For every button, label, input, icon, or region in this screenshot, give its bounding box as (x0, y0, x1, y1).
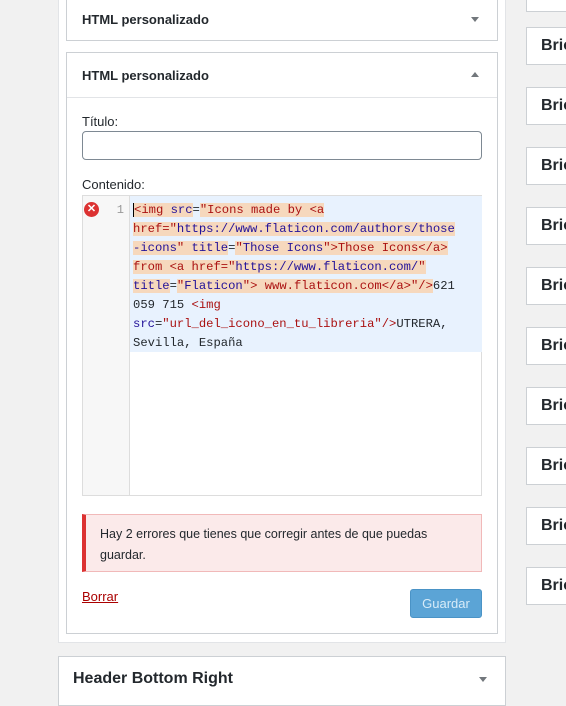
chevron-up-icon[interactable] (471, 72, 479, 77)
error-icon[interactable]: ✕ (84, 202, 99, 217)
code-token: https://www.flaticon.com/ (235, 260, 419, 274)
content-label: Contenido: (82, 177, 145, 192)
code-token: /> (418, 279, 433, 293)
code-token: " (176, 241, 192, 255)
title-label: Título: (82, 114, 119, 129)
right-widget-item[interactable]: Bric (526, 507, 566, 545)
widget-html-collapsed[interactable]: HTML personalizado (66, 0, 498, 41)
code-token: "Icons made by <a (199, 203, 325, 217)
code-token: UTRERA, (396, 317, 448, 331)
widget-header-bottom-right[interactable]: Header Bottom Right (58, 656, 506, 706)
widget-title: HTML personalizado (82, 68, 209, 83)
chevron-down-icon[interactable] (479, 677, 487, 682)
right-widget-item[interactable]: Bric (526, 567, 566, 605)
code-token: " (418, 260, 426, 274)
editor-gutter: ✕ 1 (83, 196, 130, 495)
code-line: 059 715 <img (133, 296, 482, 315)
code-token: Sevilla, España (133, 336, 243, 350)
widget-header[interactable]: HTML personalizado (67, 53, 497, 98)
code-token: <img (191, 298, 221, 312)
code-token: Those Icons (242, 241, 324, 255)
line-number: 1 (116, 203, 124, 217)
right-widget-item[interactable]: Bric (526, 27, 566, 65)
code-token: 621 (432, 279, 455, 293)
code-line: Sevilla, España (133, 334, 482, 353)
code-token: ">Those Icons</a> (323, 241, 448, 255)
error-notice: Hay 2 errores que tienes que corregir an… (82, 514, 482, 572)
code-token: /> (381, 317, 397, 331)
right-widget-item[interactable]: Bric (526, 327, 566, 365)
code-line: src="url_del_icono_en_tu_libreria"/>UTRE… (133, 315, 482, 334)
code-token: <img (133, 203, 171, 217)
save-button[interactable]: Guardar (410, 589, 482, 618)
code-token: -icons (133, 241, 177, 255)
code-content[interactable]: <img src="Icons made by <a href="https:/… (130, 196, 482, 352)
right-item-partial (526, 0, 566, 12)
delete-link[interactable]: Borrar (82, 589, 118, 604)
code-token: = (192, 203, 200, 217)
widget-title: Header Bottom Right (73, 670, 233, 687)
right-widget-item[interactable]: Bric (526, 207, 566, 245)
right-widget-item[interactable]: Bric (526, 147, 566, 185)
code-token: src (133, 317, 155, 331)
code-token: 059 715 (133, 298, 192, 312)
code-line: title="Flaticon"> www.flaticon.com</a>"/… (133, 277, 482, 296)
right-widget-item[interactable]: Bric (526, 387, 566, 425)
code-line: href="https://www.flaticon.com/authors/t… (133, 220, 482, 239)
code-token: title (191, 241, 229, 255)
right-widget-item[interactable]: Bric (526, 447, 566, 485)
code-token: Flaticon (184, 279, 243, 293)
code-token: = (169, 279, 177, 293)
code-line: from <a href="https://www.flaticon.com/" (133, 258, 482, 277)
right-widget-item[interactable]: Bric (526, 267, 566, 305)
right-widget-item[interactable]: Bric (526, 87, 566, 125)
code-token: "url_del_icono_en_tu_libreria" (162, 317, 382, 331)
code-token: " (235, 241, 243, 255)
title-input[interactable] (82, 131, 482, 160)
chevron-down-icon[interactable] (471, 17, 479, 22)
code-line: -icons" title="Those Icons">Those Icons<… (133, 239, 482, 258)
widget-title: HTML personalizado (82, 12, 209, 27)
code-token: https://www.flaticon.com/authors/those (176, 222, 455, 236)
code-token: "> www.flaticon.com</a>" (242, 279, 419, 293)
code-token: src (170, 203, 193, 217)
code-editor[interactable]: ✕ 1 <img src="Icons made by <a href="htt… (82, 195, 482, 496)
code-token: href=" (133, 222, 177, 236)
code-token: from <a href=" (133, 260, 236, 274)
code-line: <img src="Icons made by <a (133, 201, 482, 220)
code-token: title (133, 279, 170, 293)
